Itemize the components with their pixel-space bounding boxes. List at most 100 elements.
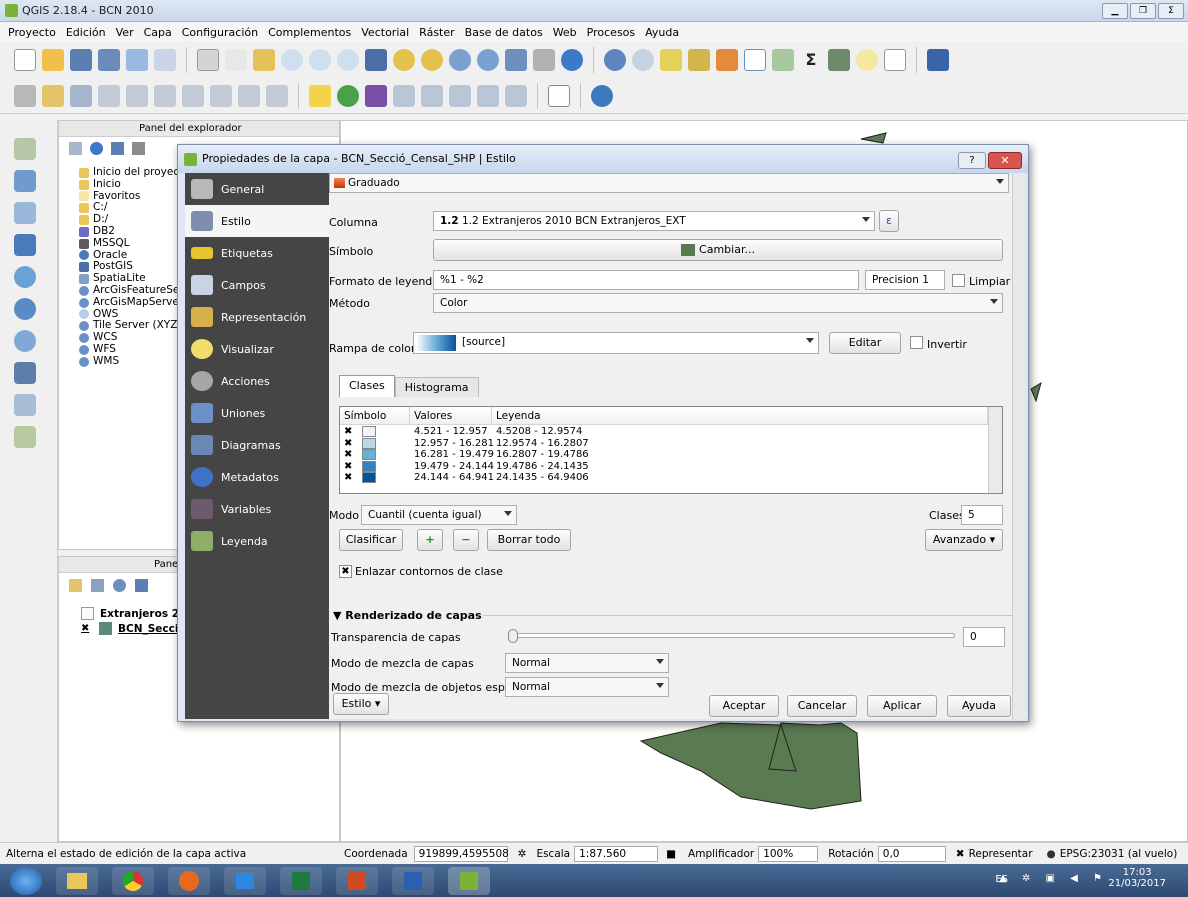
save-edits-icon[interactable]	[70, 84, 92, 107]
class-values[interactable]: 24.144 - 64.941	[414, 472, 496, 484]
field-calculator-icon[interactable]	[772, 49, 794, 71]
rotate-label-icon[interactable]	[449, 84, 471, 107]
add-wms-icon[interactable]	[14, 266, 36, 288]
python-icon[interactable]	[591, 84, 613, 107]
refresh-icon[interactable]	[561, 49, 583, 71]
blend-mode-select[interactable]: Normal	[505, 653, 669, 673]
maximize-button[interactable]: ❐	[1130, 3, 1156, 19]
class-row[interactable]: ✖ 24.144 - 64.941 24.1435 - 64.9406	[340, 472, 589, 484]
expression-button[interactable]: ε	[879, 210, 899, 232]
tree-item[interactable]: ArcGisMapServer	[79, 296, 190, 309]
move-label-icon[interactable]	[421, 84, 443, 107]
add-raster-layer-icon[interactable]	[14, 170, 36, 192]
layer-visible-checkbox[interactable]: ✖	[81, 623, 93, 635]
edit-ramp-button[interactable]: Editar	[829, 332, 901, 354]
pan-map-icon[interactable]	[197, 49, 219, 71]
mode-select[interactable]: Cuantil (cuenta igual)	[361, 505, 517, 525]
class-row[interactable]: ✖ 16.281 - 19.479 16.2807 - 19.4786	[340, 449, 589, 461]
nav-leyenda[interactable]: Leyenda	[185, 525, 329, 557]
nav-variables[interactable]: Variables	[185, 493, 329, 525]
table-scrollbar[interactable]	[988, 407, 1002, 493]
select-features-icon[interactable]	[632, 49, 654, 71]
column-select[interactable]: 1.2 1.2 Extranjeros 2010 BCN Extranjeros…	[433, 211, 875, 231]
scale-field[interactable]: 1:87.560	[574, 845, 659, 862]
show-labels-icon[interactable]	[393, 84, 415, 107]
zoom-out-icon[interactable]	[309, 49, 331, 71]
toggle-editing-icon[interactable]	[42, 84, 64, 107]
class-legend[interactable]: 12.9574 - 16.2807	[496, 438, 589, 450]
layer-item[interactable]: Extranjeros 20	[81, 607, 186, 620]
add-spatialite-icon[interactable]	[14, 362, 36, 384]
layer-style-icon[interactable]	[69, 579, 82, 592]
nav-uniones[interactable]: Uniones	[185, 397, 329, 429]
composer-manager-icon[interactable]	[154, 49, 176, 71]
powerpoint-taskbar-icon[interactable]	[336, 866, 378, 895]
render-section-header[interactable]: ▼ Renderizado de capas	[333, 609, 482, 622]
class-values[interactable]: 16.281 - 19.479	[414, 449, 496, 461]
save-project-icon[interactable]	[70, 49, 92, 71]
nav-campos[interactable]: Campos	[185, 269, 329, 301]
change-label-icon[interactable]	[477, 84, 499, 107]
cut-features-icon[interactable]	[210, 84, 232, 107]
magnifier-field[interactable]: 100%	[758, 845, 819, 862]
class-visible-checkbox[interactable]: ✖	[344, 426, 352, 438]
method-select[interactable]: Color	[433, 293, 1003, 313]
class-visible-checkbox[interactable]: ✖	[344, 461, 352, 473]
class-color-swatch[interactable]	[362, 472, 376, 484]
csv-icon[interactable]	[548, 84, 570, 107]
nav-diagramas[interactable]: Diagramas	[185, 429, 329, 461]
class-row[interactable]: ✖ 12.957 - 16.281 12.9574 - 16.2807	[340, 437, 589, 450]
nav-visualizar[interactable]: Visualizar	[185, 333, 329, 365]
menu-capa[interactable]: Capa	[144, 26, 172, 39]
delete-class-button[interactable]: −	[453, 529, 479, 551]
manage-visibility-icon[interactable]	[113, 579, 126, 592]
nav-etiquetas[interactable]: Etiquetas	[185, 237, 329, 269]
class-legend[interactable]: 4.5208 - 12.9574	[496, 426, 582, 438]
add-wcs-icon[interactable]	[14, 298, 36, 320]
lock-icon[interactable]: ■	[666, 848, 676, 860]
color-ramp-select[interactable]: [source]	[413, 332, 819, 354]
tab-clases[interactable]: Clases	[339, 375, 395, 397]
coord-field[interactable]: 919899,4595508	[413, 845, 509, 862]
tray-icons[interactable]: ▲ ✲ ▣ ◀ ⚑	[999, 873, 1108, 884]
globe-icon[interactable]: ●	[1047, 848, 1056, 860]
ok-button[interactable]: Aceptar	[709, 695, 779, 717]
filter-legend-icon[interactable]	[135, 579, 148, 592]
start-button[interactable]	[10, 866, 42, 895]
class-color-swatch[interactable]	[362, 426, 376, 437]
class-color-swatch[interactable]	[362, 437, 376, 449]
menu-procesos[interactable]: Procesos	[587, 26, 635, 39]
nav-estilo[interactable]: Estilo	[185, 205, 329, 237]
classify-button[interactable]: Clasificar	[339, 529, 403, 551]
class-values[interactable]: 4.521 - 12.957	[414, 426, 496, 438]
hand-pan-icon[interactable]	[225, 49, 247, 71]
add-postgis-icon[interactable]	[14, 234, 36, 256]
tree-item[interactable]: WMS	[79, 355, 190, 368]
class-visible-checkbox[interactable]: ✖	[344, 438, 352, 450]
menu-base-datos[interactable]: Base de datos	[465, 26, 543, 39]
add-feature-icon[interactable]	[98, 84, 120, 107]
zoom-last-icon[interactable]	[449, 49, 471, 71]
add-class-button[interactable]: +	[417, 529, 443, 551]
dialog-close-button[interactable]: ✕	[988, 152, 1022, 169]
menu-configuracion[interactable]: Configuración	[182, 26, 258, 39]
menu-complementos[interactable]: Complementos	[268, 26, 351, 39]
tree-item[interactable]: ArcGisFeatureSer	[79, 284, 190, 297]
class-legend[interactable]: 24.1435 - 64.9406	[496, 472, 589, 484]
help-icon[interactable]	[927, 49, 949, 71]
nav-general[interactable]: General	[185, 173, 329, 205]
tree-item[interactable]: Inicio	[79, 178, 190, 191]
add-wfs-icon[interactable]	[14, 330, 36, 352]
tree-item[interactable]: DB2	[79, 225, 190, 238]
chrome-taskbar-icon[interactable]	[112, 866, 154, 895]
class-legend[interactable]: 16.2807 - 19.4786	[496, 449, 589, 461]
menu-proyecto[interactable]: Proyecto	[8, 26, 56, 39]
filter-icon[interactable]	[111, 142, 124, 155]
limpiar-checkbox[interactable]	[952, 274, 965, 287]
tree-item[interactable]: WFS	[79, 343, 190, 356]
class-visible-checkbox[interactable]: ✖	[344, 472, 352, 484]
current-edits-icon[interactable]	[14, 84, 36, 107]
pan-to-selection-icon[interactable]	[253, 49, 275, 71]
new-bookmark-icon[interactable]	[505, 49, 527, 71]
header-valores[interactable]: Valores	[410, 407, 492, 425]
